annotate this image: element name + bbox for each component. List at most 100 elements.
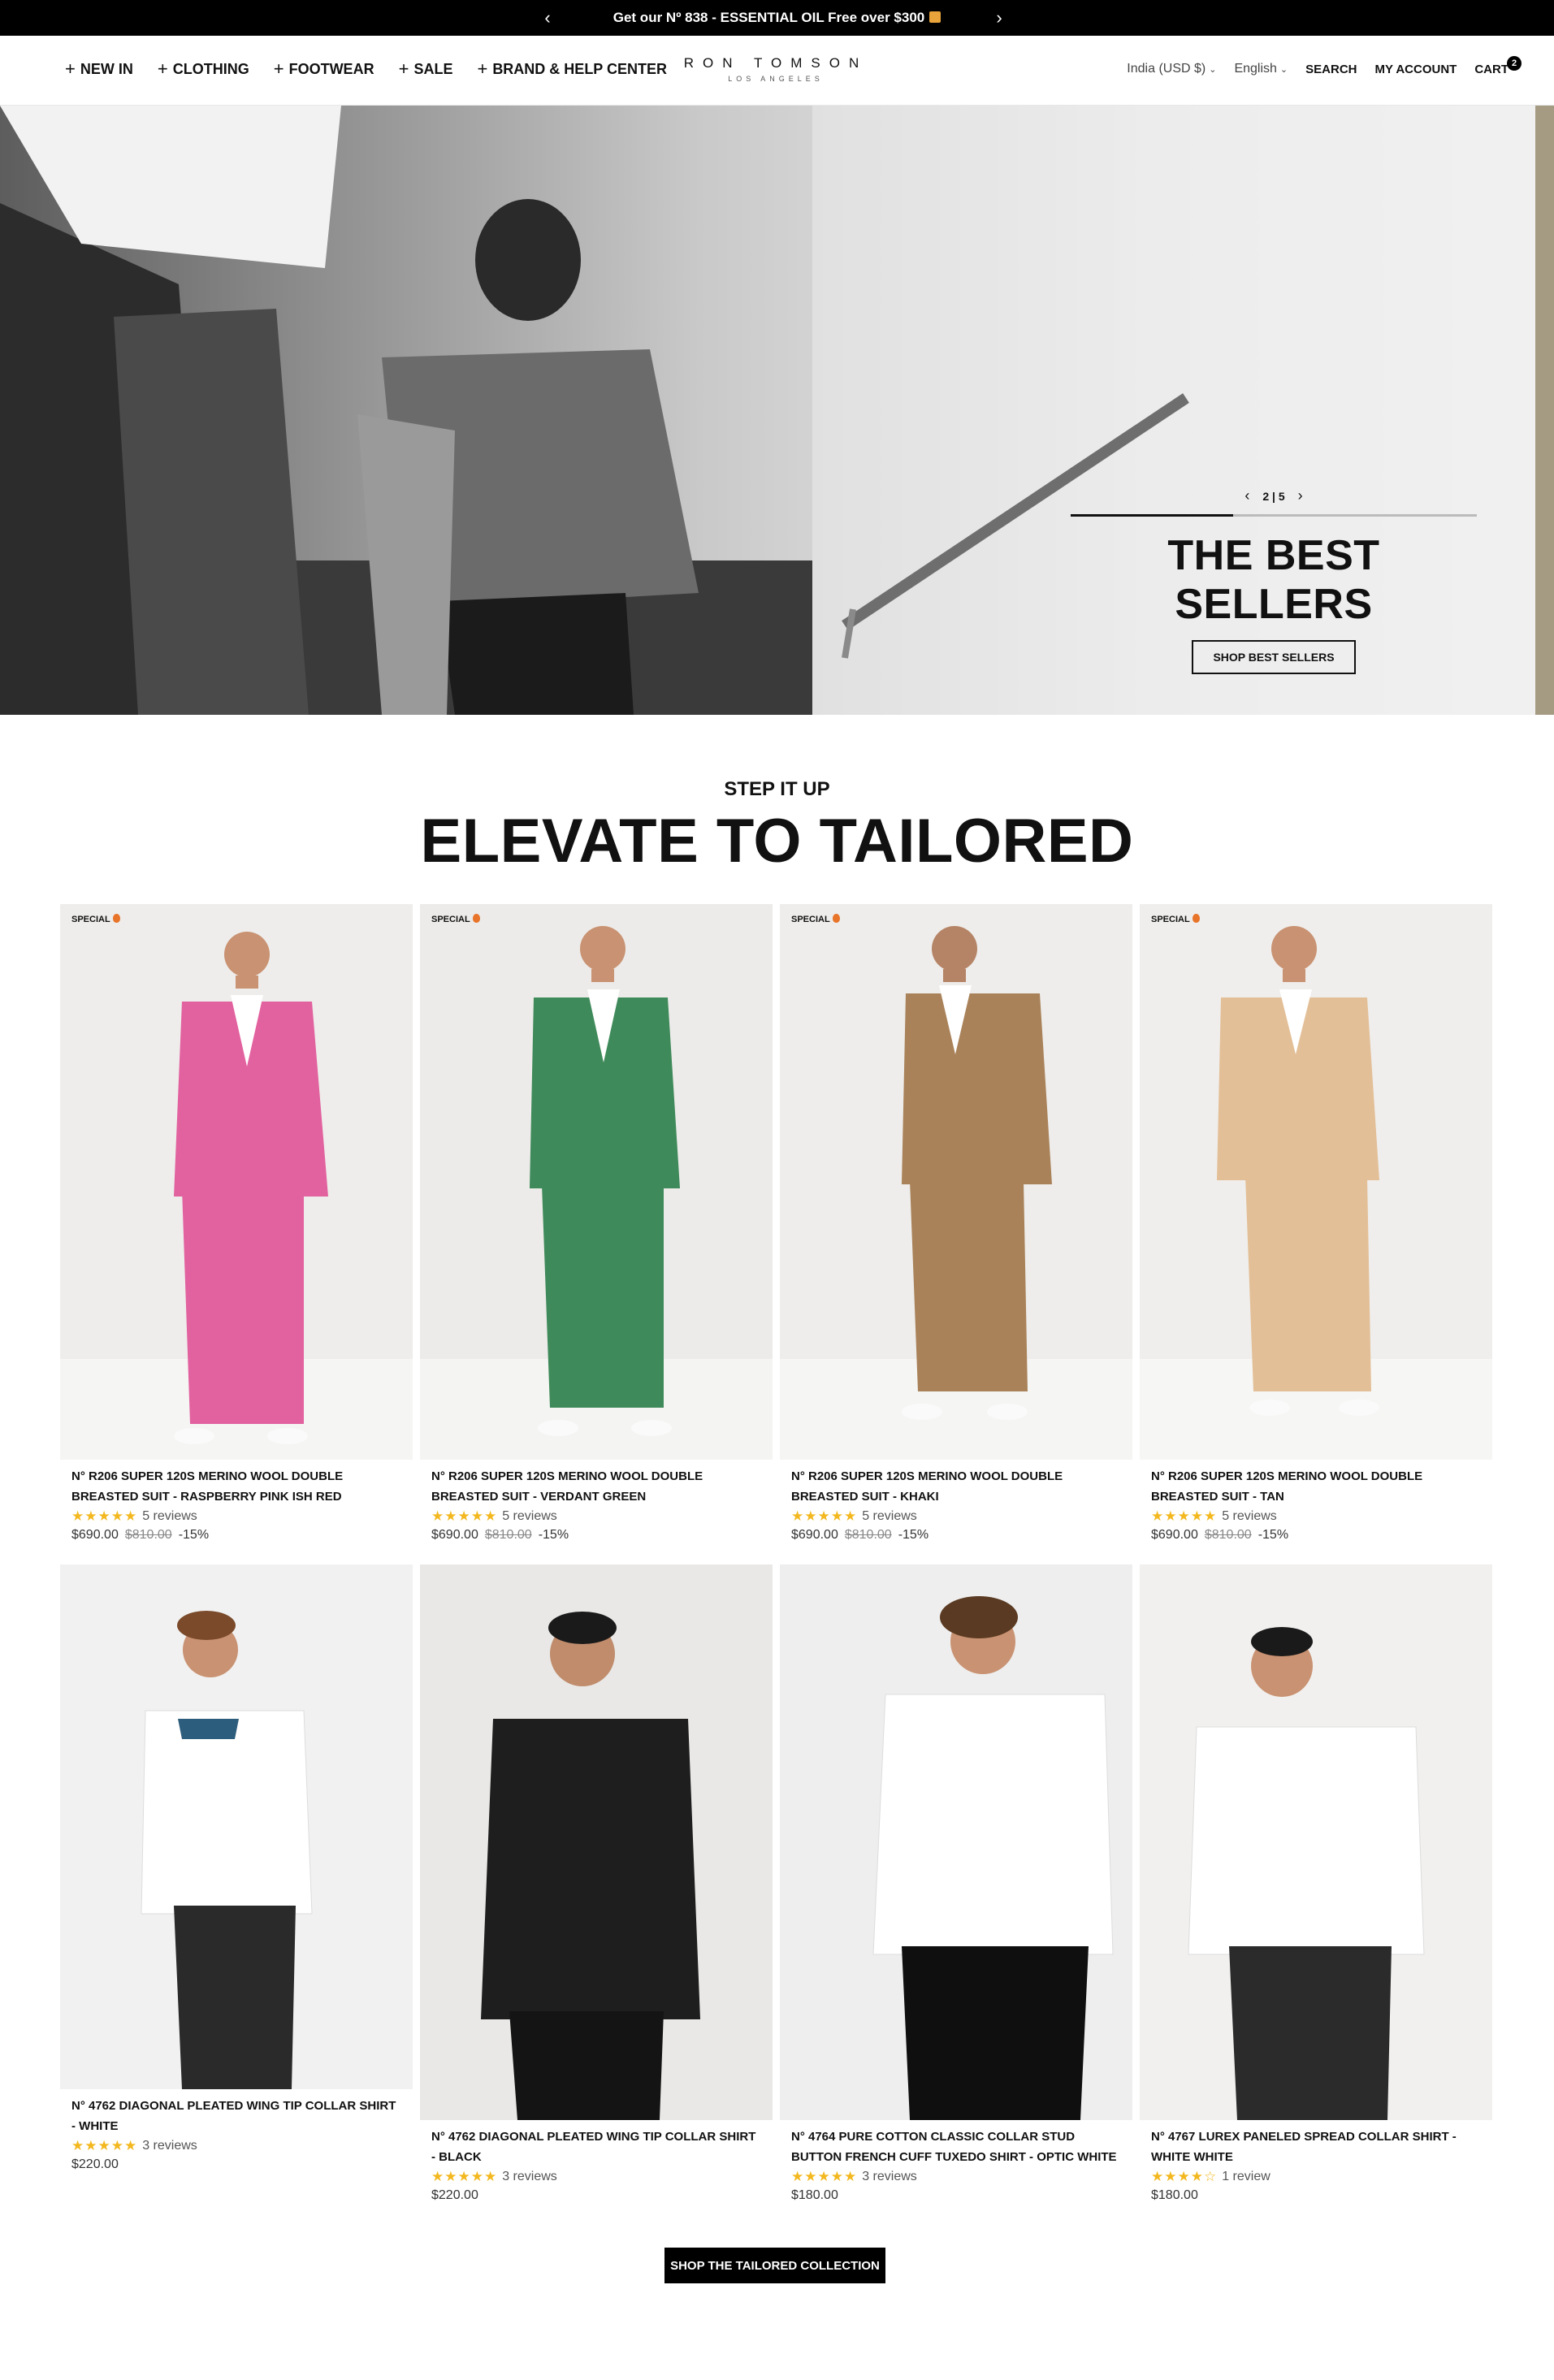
chevron-left-icon[interactable]: ‹	[1244, 487, 1249, 504]
shop-best-sellers-button[interactable]: SHOP BEST SELLERS	[1192, 640, 1356, 674]
nav-sale[interactable]: + SALE	[399, 60, 453, 78]
original-price: $810.00	[1204, 1528, 1252, 1542]
announcement-message: Get our Nº 838 - ESSENTIAL OIL Free over…	[613, 10, 925, 25]
product-photo	[60, 1564, 413, 2089]
product-card[interactable]: SPECIAL N° R206 SUPER 120S MERINO WOOL D…	[60, 904, 413, 1543]
discount-label: -15%	[898, 1528, 929, 1542]
search-link[interactable]: SEARCH	[1305, 63, 1357, 76]
product-image[interactable]: SPECIAL	[1140, 904, 1492, 1460]
slide-progress-fill	[1071, 514, 1233, 517]
account-link[interactable]: MY ACCOUNT	[1374, 63, 1457, 76]
review-count: 1 review	[1222, 2170, 1270, 2183]
section-subtitle: STEP IT UP	[724, 778, 830, 800]
badge-text: SPECIAL	[71, 915, 110, 924]
announcement-text[interactable]: Get our Nº 838 - ESSENTIAL OIL Free over…	[613, 10, 941, 26]
product-photo	[780, 904, 1132, 1460]
special-badge: SPECIAL	[431, 914, 480, 924]
product-name[interactable]: N° R206 SUPER 120S MERINO WOOL DOUBLE BR…	[431, 1466, 761, 1507]
product-card[interactable]: SPECIAL N° R206 SUPER 120S MERINO WOOL D…	[1140, 904, 1492, 1543]
product-card[interactable]: SPECIAL N° R206 SUPER 120S MERINO WOOL D…	[780, 904, 1132, 1543]
product-price: $690.00 $810.00 -15%	[431, 1528, 761, 1543]
product-name[interactable]: N° R206 SUPER 120S MERINO WOOL DOUBLE BR…	[71, 1466, 401, 1507]
star-rating-icon: ★★★★★	[791, 2169, 858, 2184]
product-image[interactable]	[420, 1564, 773, 2120]
product-image[interactable]	[1140, 1564, 1492, 2120]
cart-link[interactable]: CART 2	[1474, 55, 1522, 76]
product-price: $220.00	[431, 2188, 761, 2203]
cart-label: CART	[1474, 62, 1509, 76]
original-price: $810.00	[124, 1528, 172, 1542]
product-name[interactable]: N° 4764 PURE COTTON CLASSIC COLLAR STUD …	[791, 2127, 1121, 2167]
nav-label: BRAND & HELP CENTER	[492, 60, 667, 77]
badge-text: SPECIAL	[1151, 915, 1190, 924]
slide-pager: ‹ 2 | 5 ›	[1071, 487, 1477, 504]
sale-price: $180.00	[791, 2188, 838, 2202]
product-name[interactable]: N° 4767 LUREX PANELED SPREAD COLLAR SHIR…	[1151, 2127, 1481, 2167]
review-count: 5 reviews	[1222, 1509, 1277, 1523]
product-image[interactable]	[60, 1564, 413, 2089]
nav-clothing[interactable]: + CLOTHING	[158, 60, 249, 78]
product-image[interactable]: SPECIAL	[420, 904, 773, 1460]
review-count: 5 reviews	[862, 1509, 917, 1523]
star-rating-icon: ★★★★★	[71, 1508, 138, 1524]
chevron-right-icon[interactable]: ›	[988, 6, 1011, 29]
review-count: 5 reviews	[502, 1509, 557, 1523]
product-card[interactable]: SPECIAL N° R206 SUPER 120S MERINO WOOL D…	[420, 904, 773, 1543]
product-name[interactable]: N° 4762 DIAGONAL PLEATED WING TIP COLLAR…	[431, 2127, 761, 2167]
language-label: English	[1234, 62, 1277, 76]
product-price: $690.00 $810.00 -15%	[71, 1528, 401, 1543]
flame-icon	[1192, 914, 1200, 923]
plus-icon: +	[477, 58, 488, 79]
plus-icon: +	[157, 58, 168, 79]
sale-price: $690.00	[71, 1528, 119, 1542]
hero-title: THE BEST SELLERS	[1167, 532, 1380, 628]
slide-counter: 2 | 5	[1262, 489, 1285, 503]
product-photo	[1140, 904, 1492, 1460]
review-count: 3 reviews	[502, 2170, 557, 2183]
product-rating: ★★★★★ 5 reviews	[1151, 1508, 1481, 1525]
product-name[interactable]: N° R206 SUPER 120S MERINO WOOL DOUBLE BR…	[791, 1466, 1121, 1507]
discount-label: -15%	[538, 1528, 569, 1542]
nav-new-in[interactable]: + NEW IN	[65, 60, 133, 78]
nav-footwear[interactable]: + FOOTWEAR	[274, 60, 374, 78]
special-badge: SPECIAL	[791, 914, 840, 924]
product-card[interactable]: N° 4762 DIAGONAL PLEATED WING TIP COLLAR…	[420, 1564, 773, 2203]
section-title: ELEVATE TO TAILORED	[420, 807, 1134, 876]
original-price: $810.00	[484, 1528, 532, 1542]
product-rating: ★★★★★ 5 reviews	[71, 1508, 401, 1525]
flame-icon	[472, 914, 480, 923]
header-utilities: India (USD $) ⌄ English ⌄ SEARCH MY ACCOUN…	[1127, 55, 1522, 76]
sale-price: $180.00	[1151, 2188, 1198, 2202]
language-selector[interactable]: English ⌄	[1234, 62, 1288, 76]
shop-tailored-collection-button[interactable]: SHOP THE TAILORED COLLECTION	[664, 2248, 885, 2283]
product-rating: ★★★★★ 3 reviews	[71, 2138, 401, 2154]
plus-icon: +	[65, 58, 76, 79]
chevron-right-icon[interactable]: ›	[1298, 487, 1303, 504]
product-image[interactable]: SPECIAL	[780, 904, 1132, 1460]
nav-brand-help[interactable]: + BRAND & HELP CENTER	[477, 60, 667, 78]
product-card[interactable]: N° 4764 PURE COTTON CLASSIC COLLAR STUD …	[780, 1564, 1132, 2203]
announcement-bar: ‹ Get our Nº 838 - ESSENTIAL OIL Free ov…	[0, 0, 1554, 36]
product-image[interactable]	[780, 1564, 1132, 2120]
product-price: $690.00 $810.00 -15%	[791, 1528, 1121, 1543]
review-count: 3 reviews	[862, 2170, 917, 2183]
logo-subline: LOS ANGELES	[728, 75, 824, 83]
site-header: + NEW IN + CLOTHING + FOOTWEAR + SALE + BRAND…	[0, 36, 1554, 106]
currency-selector[interactable]: India (USD $) ⌄	[1127, 62, 1216, 76]
product-rating: ★★★★★ 5 reviews	[431, 1508, 761, 1525]
product-name[interactable]: N° 4762 DIAGONAL PLEATED WING TIP COLLAR…	[71, 2096, 401, 2136]
special-badge: SPECIAL	[1151, 914, 1200, 924]
plus-icon: +	[273, 58, 284, 79]
chevron-down-icon: ⌄	[1279, 65, 1288, 75]
product-image[interactable]: SPECIAL	[60, 904, 413, 1460]
sale-price: $690.00	[1151, 1528, 1198, 1542]
cart-count-badge: 2	[1507, 55, 1522, 71]
product-photo	[780, 1564, 1132, 2120]
product-card[interactable]: N° 4767 LUREX PANELED SPREAD COLLAR SHIR…	[1140, 1564, 1492, 2203]
currency-label: India (USD $)	[1127, 62, 1206, 76]
chevron-left-icon[interactable]: ‹	[536, 6, 559, 29]
product-photo	[420, 1564, 773, 2120]
brand-logo[interactable]: RON TOMSON LOS ANGELES	[666, 55, 885, 83]
product-card[interactable]: N° 4762 DIAGONAL PLEATED WING TIP COLLAR…	[60, 1564, 413, 2172]
product-name[interactable]: N° R206 SUPER 120S MERINO WOOL DOUBLE BR…	[1151, 1466, 1481, 1507]
